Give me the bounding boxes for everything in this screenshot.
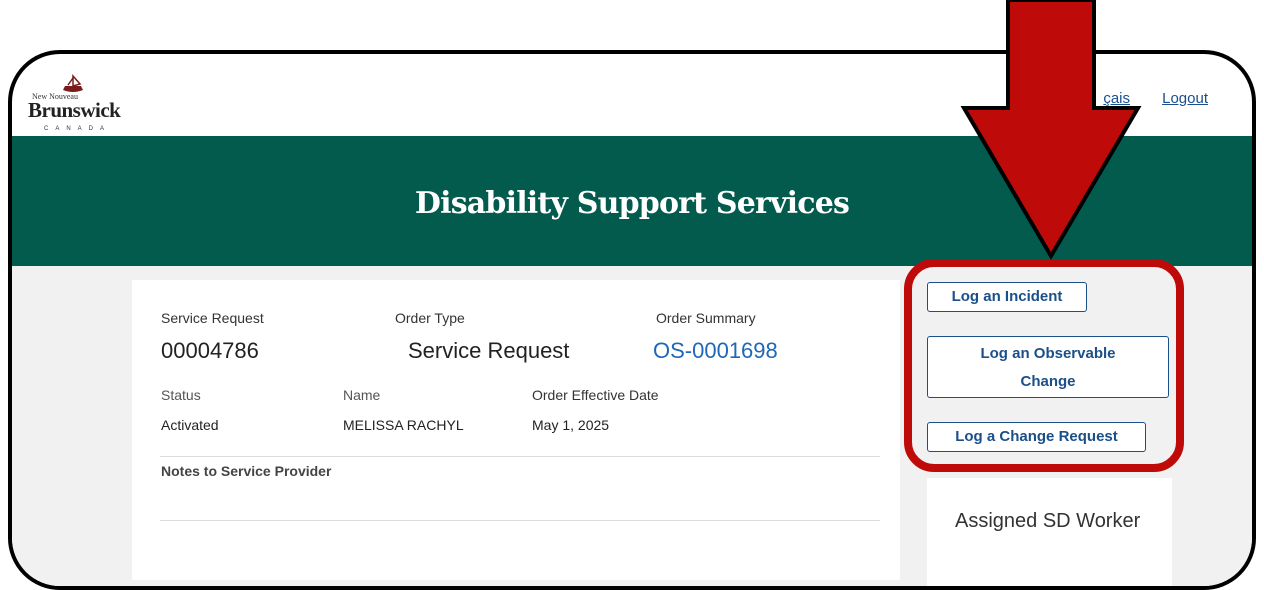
divider: [160, 456, 880, 457]
assigned-worker-panel: Assigned SD Worker: [927, 478, 1172, 586]
page-title: Disability Support Services: [414, 185, 850, 221]
order-summary-label: Order Summary: [656, 310, 756, 326]
ship-emblem-icon: [63, 74, 83, 92]
service-request-label: Service Request: [161, 310, 264, 326]
highlight-box: [904, 259, 1184, 472]
order-type-label: Order Type: [395, 310, 465, 326]
service-request-card: Service Request 00004786 Order Type Serv…: [132, 280, 900, 580]
assigned-worker-title: Assigned SD Worker: [955, 510, 1141, 532]
divider: [160, 520, 880, 521]
service-request-number: 00004786: [161, 338, 259, 363]
logo-wordmark: Brunswick: [28, 98, 121, 122]
logo-country: CANADA: [44, 126, 112, 132]
nb-logo[interactable]: New Nouveau Brunswick CANADA: [22, 74, 152, 134]
name-value: MELISSA RACHYL: [343, 417, 464, 433]
status-value: Activated: [161, 417, 219, 433]
order-type-value: Service Request: [408, 338, 570, 363]
name-label: Name: [343, 387, 381, 403]
effective-date-label: Order Effective Date: [532, 387, 659, 403]
effective-date-value: May 1, 2025: [532, 417, 610, 433]
status-label: Status: [161, 387, 201, 403]
order-summary-link[interactable]: OS-0001698: [653, 338, 778, 364]
arrow-down-icon: [960, 0, 1142, 260]
notes-label: Notes to Service Provider: [161, 463, 332, 479]
logout-link[interactable]: Logout: [1162, 90, 1208, 107]
